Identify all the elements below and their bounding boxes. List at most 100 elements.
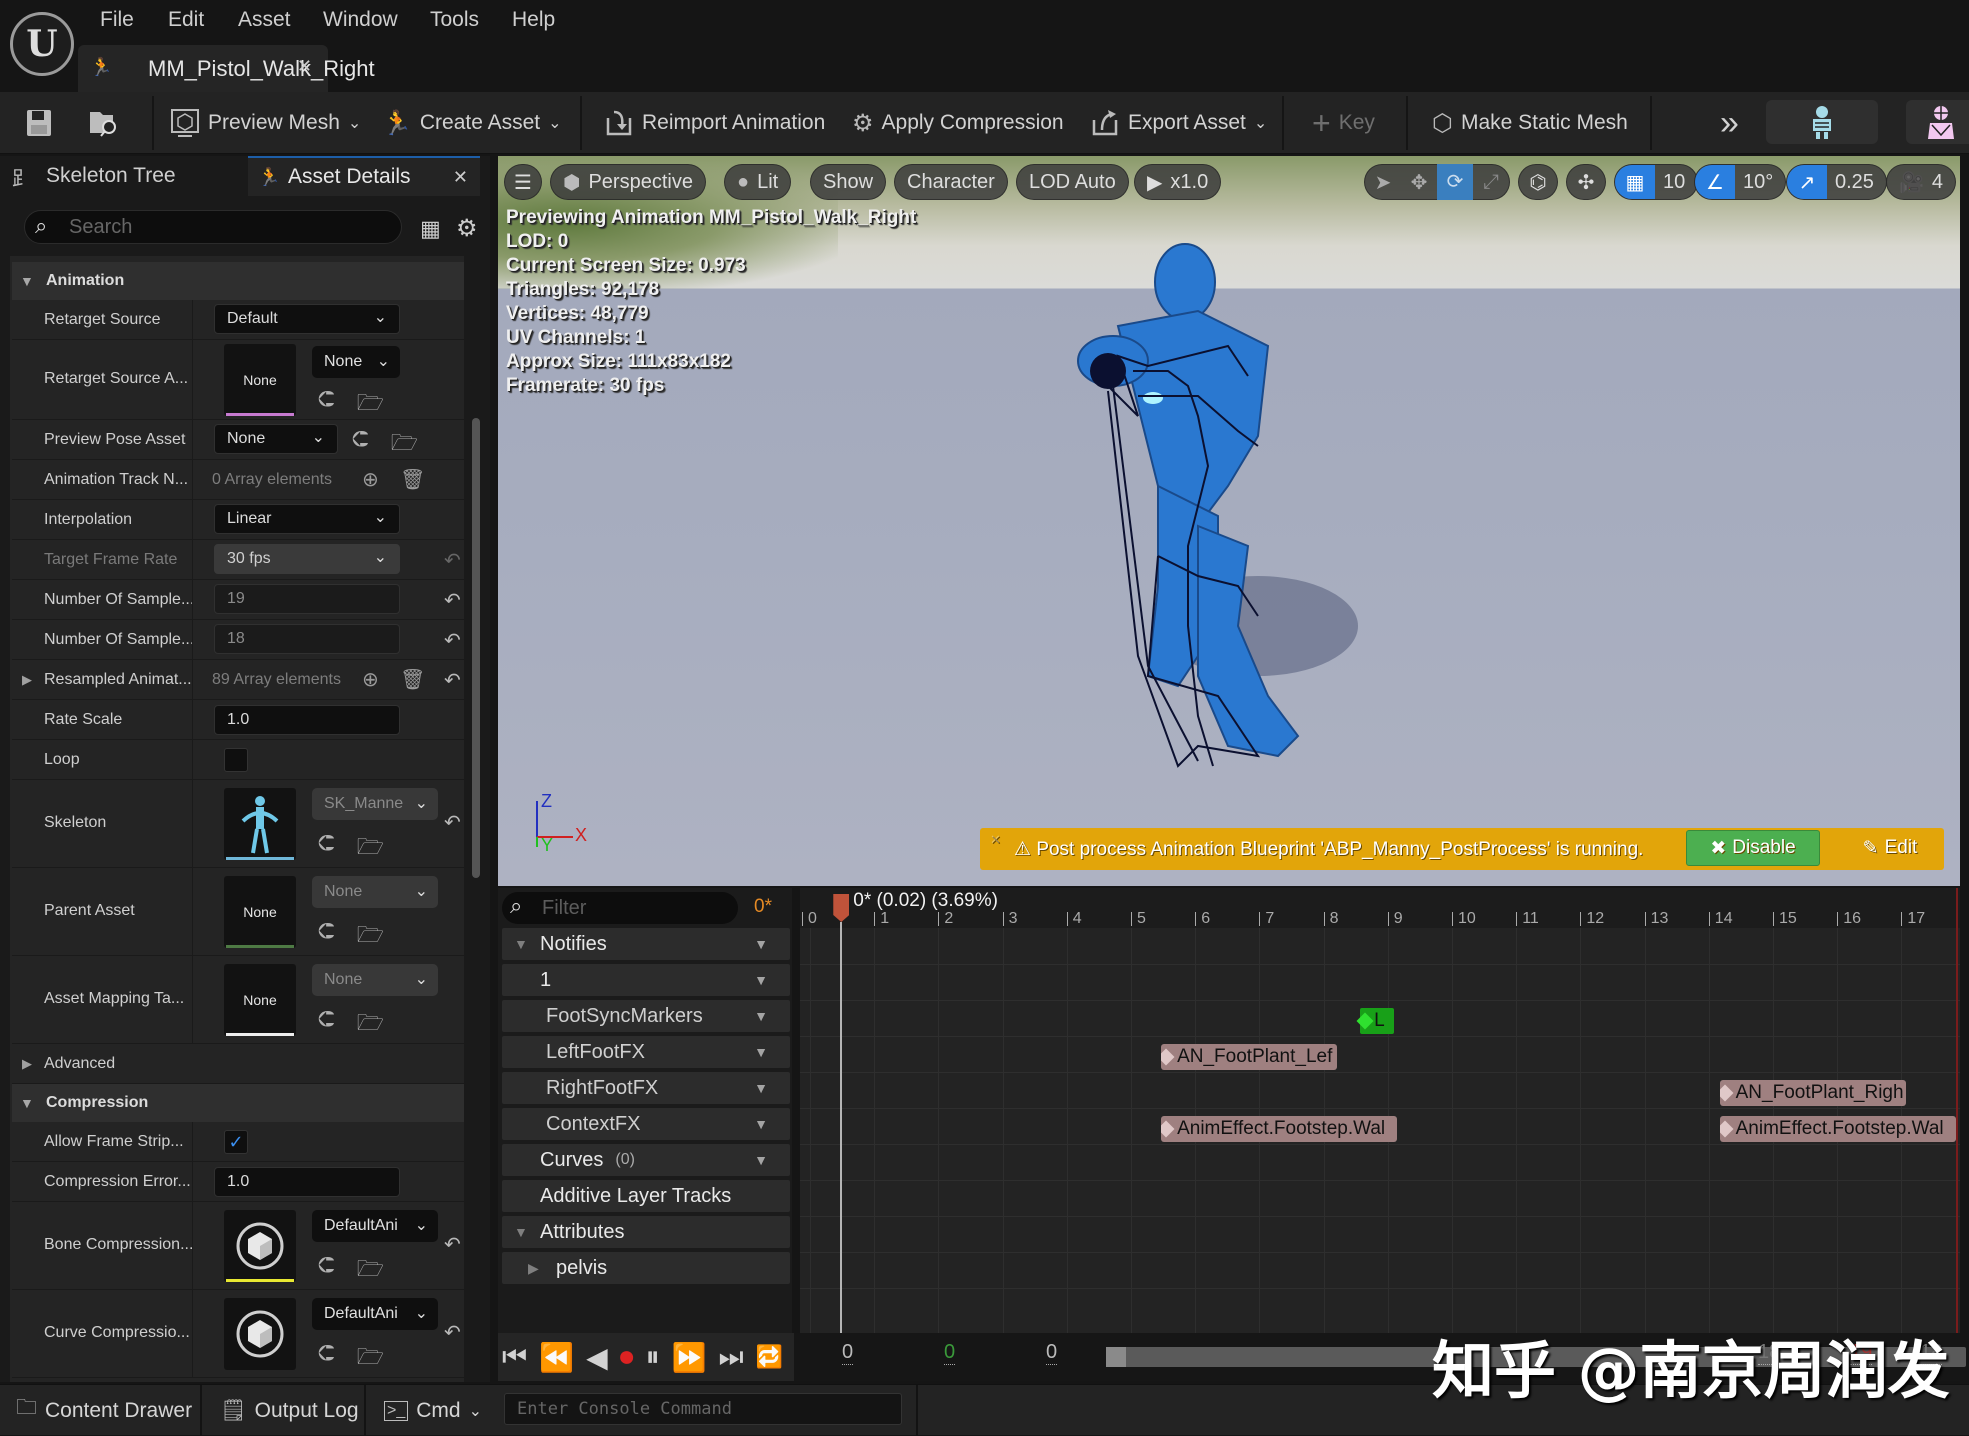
track-contextfx[interactable]: ContextFX ▼ (502, 1108, 790, 1140)
close-tab-icon[interactable]: ✕ (297, 56, 312, 77)
notify-event[interactable]: AN_FootPlant_Lef (1161, 1044, 1338, 1070)
animation-mode-button[interactable] (1906, 100, 1969, 144)
asset-picker-dropdown[interactable]: None ⌄ (312, 346, 400, 378)
asset-thumbnail[interactable]: None (224, 344, 296, 416)
camera-speed-button[interactable]: 🎥 4 (1886, 164, 1957, 200)
notify-event[interactable]: AnimEffect.Footstep.Wal (1161, 1116, 1398, 1142)
step-forward-icon[interactable]: ⏩ (672, 1341, 707, 1374)
track-options-dropdown-icon[interactable]: ▼ (754, 936, 768, 952)
interpolation-dropdown[interactable]: Linear ⌄ (214, 504, 400, 534)
browse-to-asset-icon[interactable]: 🗁 (391, 426, 418, 464)
track-options-dropdown-icon[interactable]: ▼ (754, 1080, 768, 1096)
playback-range-start[interactable]: 0 (1046, 1341, 1058, 1365)
translate-tool-icon[interactable]: ✥ (1401, 170, 1437, 195)
menu-file[interactable]: File (100, 8, 134, 32)
menu-window[interactable]: Window (323, 8, 398, 32)
rotation-snap-button[interactable]: ∠ 10° (1694, 164, 1787, 200)
track-attributes[interactable]: ▼ Attributes (502, 1216, 790, 1248)
track-1[interactable]: 1 ▼ (502, 964, 790, 996)
details-search-input[interactable]: ⌕ Search (24, 210, 402, 244)
preview-pose-asset-dropdown[interactable]: None ⌄ (214, 424, 338, 454)
use-selected-asset-icon[interactable]: ⮈ (318, 830, 335, 868)
skeleton-thumbnail[interactable] (224, 788, 296, 860)
track-options-dropdown-icon[interactable]: ▼ (754, 1044, 768, 1060)
use-selected-asset-icon[interactable]: ⮈ (318, 386, 335, 424)
parent-asset-picker-dropdown[interactable]: None ⌄ (312, 876, 438, 908)
coordinate-system-button[interactable]: ⌬ (1518, 164, 1558, 200)
compression-error-threshold-input[interactable]: 1.0 (214, 1167, 400, 1197)
track-filter-input[interactable]: ⌕ Filter (502, 892, 738, 924)
rate-scale-input[interactable]: 1.0 (214, 705, 400, 735)
reset-to-default-icon[interactable]: ↶ (444, 1320, 461, 1345)
menu-asset[interactable]: Asset (238, 8, 291, 32)
track-options-dropdown-icon[interactable]: ▼ (754, 1116, 768, 1132)
browse-to-asset-icon[interactable]: 🗁 (357, 1252, 384, 1290)
view-range-start[interactable]: 0 (842, 1341, 854, 1365)
use-selected-asset-icon[interactable]: ⮈ (318, 1340, 335, 1378)
output-log-button[interactable]: 🗒 Output Log (220, 1385, 359, 1436)
browse-to-asset-icon[interactable]: 🗁 (357, 918, 384, 956)
apply-compression-button[interactable]: ⚙ Apply Compression (852, 92, 1064, 154)
range-slider-handle[interactable] (1106, 1347, 1126, 1367)
menu-help[interactable]: Help (512, 8, 555, 32)
dismiss-icon[interactable]: ✕ (990, 832, 1001, 848)
expand-triangle-icon[interactable]: ▶ (528, 1260, 539, 1277)
menu-tools[interactable]: Tools (430, 8, 479, 32)
curve-compression-picker-dropdown[interactable]: DefaultAni ⌄ (312, 1298, 438, 1330)
scale-snap-button[interactable]: ↗ 0.25 (1786, 164, 1887, 200)
notify-event[interactable]: AN_FootPlant_Righ (1719, 1080, 1906, 1106)
reset-to-default-icon[interactable]: ↶ (444, 548, 461, 573)
create-asset-button[interactable]: 🏃 Create Asset ⌄ (382, 92, 562, 154)
unreal-logo-icon[interactable]: U (10, 12, 74, 76)
target-frame-rate-dropdown[interactable]: 30 fps ⌄ (214, 544, 400, 574)
asset-thumbnail[interactable] (224, 1298, 296, 1370)
use-selected-asset-icon[interactable]: ⮈ (318, 1006, 335, 1044)
bone-compression-picker-dropdown[interactable]: DefaultAni ⌄ (312, 1210, 438, 1242)
track-notifies[interactable]: ▼ Notifies ▼ (502, 928, 790, 960)
asset-thumbnail[interactable]: None (224, 964, 296, 1036)
track-options-dropdown-icon[interactable]: ▼ (754, 1152, 768, 1168)
edit-button[interactable]: ✎ Edit (1850, 830, 1930, 866)
working-range-start[interactable]: 0 (944, 1341, 956, 1365)
category-advanced[interactable]: ▶ Advanced (12, 1044, 464, 1084)
use-selected-asset-icon[interactable]: ⮈ (352, 426, 369, 464)
make-static-mesh-button[interactable]: ⬡ Make Static Mesh (1432, 92, 1628, 154)
preview-viewport[interactable]: ☰ ⬢ Perspective ● Lit Show Character LOD… (498, 156, 1960, 886)
reset-to-default-icon[interactable]: ↶ (444, 628, 461, 653)
add-element-icon[interactable]: ⊕ (362, 467, 379, 492)
trash-icon[interactable]: 🗑 (400, 667, 425, 692)
use-selected-asset-icon[interactable]: ⮈ (318, 1252, 335, 1290)
add-element-icon[interactable]: ⊕ (362, 667, 379, 692)
playback-speed-button[interactable]: ▶ x1.0 (1134, 164, 1222, 200)
retarget-source-dropdown[interactable]: Default ⌄ (214, 304, 400, 334)
trash-icon[interactable]: 🗑 (400, 467, 425, 492)
asset-thumbnail[interactable] (224, 1210, 296, 1282)
record-icon[interactable]: ⏺ (620, 1341, 634, 1374)
scrollbar-thumb[interactable] (472, 418, 480, 878)
allow-frame-stripping-checkbox[interactable]: ✓ (224, 1130, 248, 1154)
close-tab-icon[interactable]: ✕ (453, 167, 468, 188)
sync-marker[interactable]: L (1356, 1008, 1395, 1034)
category-animation[interactable]: ▼ Animation (12, 262, 464, 300)
menu-edit[interactable]: Edit (168, 8, 204, 32)
toolbar-overflow-button[interactable]: » (1720, 92, 1739, 154)
save-button[interactable] (26, 92, 52, 154)
track-leftfootfx[interactable]: LeftFootFX ▼ (502, 1036, 790, 1068)
skeleton-mode-button[interactable] (1766, 100, 1878, 144)
loop-icon[interactable]: 🔁 (756, 1344, 783, 1370)
asset-mapping-table-picker-dropdown[interactable]: None ⌄ (312, 964, 438, 996)
show-button[interactable]: Show (810, 164, 887, 200)
export-asset-button[interactable]: Export Asset ⌄ (1090, 92, 1267, 154)
track-options-dropdown-icon[interactable]: ▼ (754, 972, 768, 988)
category-compression[interactable]: ▼ Compression (12, 1084, 464, 1122)
asset-thumbnail[interactable]: None (224, 876, 296, 948)
character-button[interactable]: Character (894, 164, 1008, 200)
property-matrix-icon[interactable]: ▦ (420, 216, 441, 242)
collapse-triangle-icon[interactable]: ▼ (514, 1224, 528, 1240)
preview-mesh-button[interactable]: Preview Mesh ⌄ (170, 92, 361, 154)
details-scrollbar[interactable] (470, 256, 480, 1382)
track-footsyncmarkers[interactable]: FootSyncMarkers ▼ (502, 1000, 790, 1032)
scale-tool-icon[interactable]: ⤢ (1473, 171, 1509, 194)
browse-to-asset-button[interactable] (88, 92, 120, 154)
play-reverse-icon[interactable]: ◀ (586, 1341, 608, 1374)
